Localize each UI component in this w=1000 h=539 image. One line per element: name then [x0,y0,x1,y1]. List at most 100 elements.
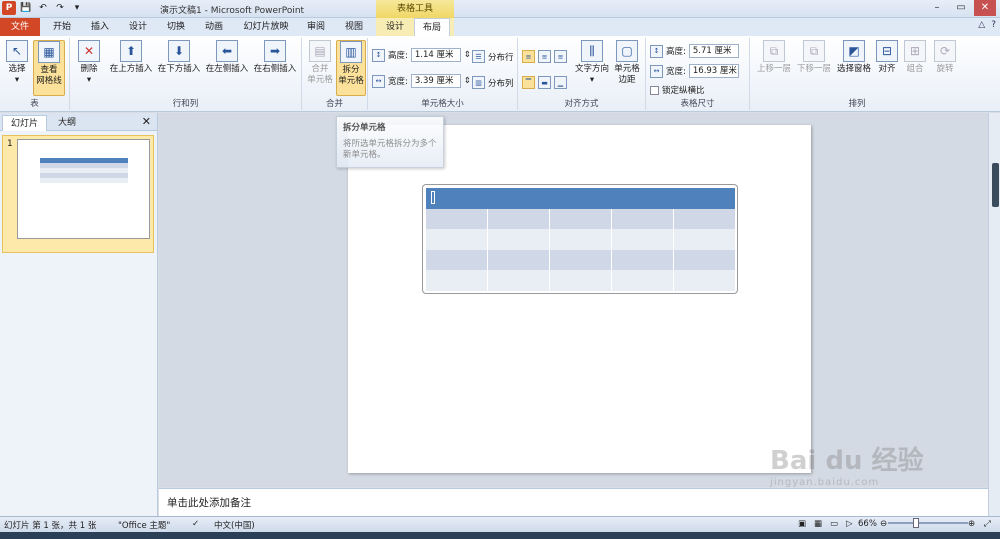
zoom-in-icon[interactable]: ⊕ [968,519,975,529]
tab-outline[interactable]: 大纲 [50,115,84,131]
table-cell[interactable] [673,188,735,209]
table-header-row[interactable] [425,188,735,209]
lock-aspect-checkbox[interactable] [650,85,659,95]
delete-button[interactable]: ✕ 删除 ▾ [74,40,104,86]
tab-insert[interactable]: 插入 [84,18,116,36]
slide-thumbnail[interactable] [17,139,150,239]
table-cell[interactable] [549,188,612,209]
distribute-rows-button[interactable]: ☰ 分布行 [472,50,514,63]
powerpoint-logo-icon[interactable]: P [2,1,16,15]
tab-review[interactable]: 审阅 [300,18,332,36]
table-cell[interactable] [425,270,488,291]
tab-view[interactable]: 视图 [338,18,370,36]
table-selection-frame[interactable] [422,184,738,294]
align-top-icon[interactable]: ▔ [522,76,535,89]
minimize-button[interactable]: – [926,0,948,16]
table-cell[interactable] [425,249,488,270]
table-cell[interactable] [486,270,550,291]
table-cell[interactable] [548,208,612,229]
maximize-button[interactable]: ▭ [950,0,972,16]
table-cell[interactable] [672,270,735,291]
table-cell[interactable] [672,208,735,229]
theme-status[interactable]: "Office 主题" [118,519,170,531]
table-cell[interactable] [672,229,735,250]
merge-cells-button[interactable]: ▤ 合并 单元格 [305,40,335,86]
table-cell[interactable] [487,188,550,209]
table-cell[interactable] [486,208,550,229]
spinner-icon[interactable]: ⇕ [464,76,471,86]
align-left-icon[interactable]: ≡ [522,50,535,63]
zoom-out-icon[interactable]: ⊖ [880,519,887,529]
fit-to-window-icon[interactable]: ⤢ [984,519,991,529]
tab-home[interactable]: 开始 [46,18,78,36]
zoom-slider[interactable] [888,522,968,524]
save-icon[interactable]: 💾 [19,1,33,15]
align-right-icon[interactable]: ≡ [554,50,567,63]
undo-icon[interactable]: ↶ [36,1,50,15]
table-cell[interactable] [425,229,488,250]
table-cell[interactable] [610,229,674,250]
align-button[interactable]: ⊟ 对齐 [874,40,900,75]
close-button[interactable]: ✕ [974,0,996,16]
insert-left-button[interactable]: ⬅ 在左侧插入 [204,40,250,75]
tab-transitions[interactable]: 切换 [160,18,192,36]
zoom-level[interactable]: 66% [858,519,877,529]
table-height-input[interactable]: 5.71 厘米 [688,44,739,58]
normal-view-icon[interactable]: ▣ [798,519,806,529]
table-cell[interactable] [548,270,612,291]
insert-right-button[interactable]: ➡ 在右侧插入 [252,40,298,75]
split-cells-button[interactable]: ▥ 拆分 单元格 [336,40,366,96]
table-width-input[interactable]: 16.93 厘米 [688,64,739,78]
slide-canvas[interactable] [348,125,811,473]
selection-pane-button[interactable]: ◩ 选择窗格 [834,40,874,75]
cell-height-input[interactable]: 1.14 厘米 [410,48,461,62]
view-gridlines-button[interactable]: ▦ 查看 网格线 [33,40,65,96]
table-cell[interactable] [610,249,674,270]
scrollbar-thumb[interactable] [992,163,999,207]
reading-view-icon[interactable]: ▭ [830,519,838,529]
rotate-button[interactable]: ⟳ 旋转 [932,40,958,75]
close-icon[interactable]: ✕ [142,115,151,128]
table-row[interactable] [425,229,735,250]
insert-above-button[interactable]: ⬆ 在上方插入 [108,40,154,75]
slide-table[interactable] [425,188,735,291]
text-direction-button[interactable]: ⫼ 文字方向 ▾ [574,40,610,86]
table-cell[interactable] [486,229,550,250]
tab-animations[interactable]: 动画 [198,18,230,36]
customize-qat-icon[interactable]: ▾ [70,1,84,15]
group-objects-button[interactable]: ⊞ 组合 [902,40,928,75]
tab-table-layout[interactable]: 布局 [414,18,450,36]
table-cell[interactable] [611,188,674,209]
table-row[interactable] [425,249,735,270]
slideshow-icon[interactable]: ▷ [846,519,853,529]
tab-file[interactable]: 文件 [0,18,40,36]
table-cell[interactable] [548,249,612,270]
align-center-icon[interactable]: ≡ [538,50,551,63]
tab-slideshow[interactable]: 幻灯片放映 [236,18,296,36]
help-icon[interactable]: ? [991,20,996,30]
tab-design[interactable]: 设计 [122,18,154,36]
align-middle-icon[interactable]: ▬ [538,76,551,89]
table-cell[interactable] [486,249,550,270]
spinner-icon[interactable]: ⇕ [464,50,471,60]
slide-sorter-icon[interactable]: ▦ [814,519,822,529]
spellcheck-icon[interactable]: ✓ [192,519,199,529]
slide-thumbnail-item[interactable]: 1 [2,135,154,253]
align-bottom-icon[interactable]: ▁ [554,76,567,89]
table-cell[interactable] [610,208,674,229]
table-cell[interactable] [672,249,735,270]
tab-slides[interactable]: 幻灯片 [2,115,48,131]
select-button[interactable]: ↖ 选择 ▾ [4,40,30,86]
cell-margins-button[interactable]: ▢ 单元格 边距 [612,40,642,86]
minimize-ribbon-icon[interactable]: △ [978,20,985,30]
cell-width-input[interactable]: 3.39 厘米 [410,74,461,88]
language-status[interactable]: 中文(中国) [214,519,255,531]
bring-forward-button[interactable]: ⧉ 上移一层 [754,40,794,75]
table-row[interactable] [425,270,735,291]
distribute-cols-button[interactable]: ▥ 分布列 [472,76,514,89]
zoom-slider-thumb[interactable] [913,518,919,528]
tab-table-design[interactable]: 设计 [378,18,412,36]
vertical-scrollbar[interactable] [988,113,1000,516]
send-backward-button[interactable]: ⧉ 下移一层 [794,40,834,75]
lock-aspect-row[interactable]: 锁定纵横比 [650,84,705,96]
